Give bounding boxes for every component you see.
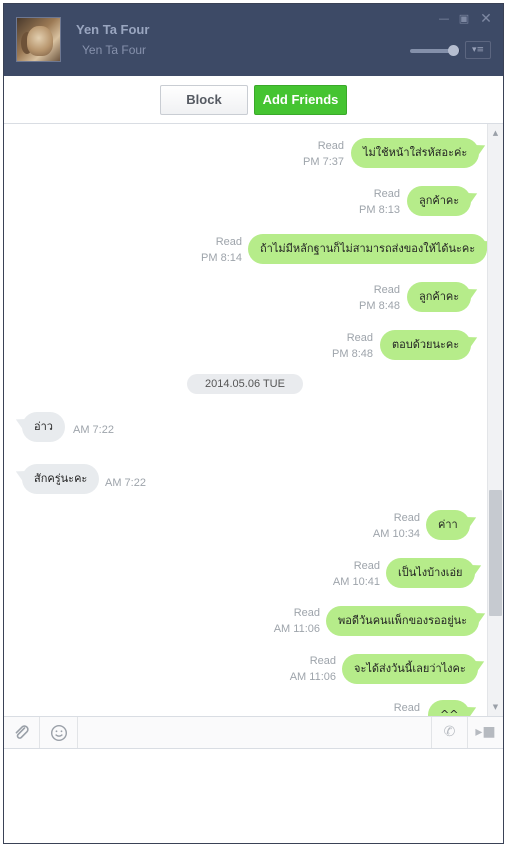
block-button[interactable]: Block: [160, 85, 248, 115]
read-status: Read: [393, 702, 420, 714]
message-bubble-incoming[interactable]: อ่าว: [22, 412, 65, 442]
read-status: Read: [317, 140, 344, 152]
chat-scrollbar[interactable]: ▲ ▼: [487, 124, 503, 716]
chat-header: Yen Ta Four Yen Ta Four — ▣ ✕ ▾≡: [4, 4, 503, 76]
message-time: PM 7:37: [303, 156, 344, 168]
avatar-dog-image: [27, 26, 53, 56]
message-meta: Read PM 8:14: [162, 234, 242, 266]
read-status: Read: [393, 512, 420, 524]
message-time: AM 7:22: [73, 424, 114, 436]
input-toolbar: ✆ ▸■: [4, 716, 503, 749]
message-meta: Read PM 8:13: [320, 186, 400, 218]
message-meta: Read: [340, 700, 420, 716]
message-time: AM 10:41: [332, 576, 380, 588]
message-bubble-outgoing[interactable]: เป็นไงบ้างเอ่ย: [386, 558, 475, 588]
message-list[interactable]: Read PM 7:37 ไม่ใช้หน้าใส่รหัสอะค่ะ Read…: [4, 124, 503, 716]
message-bubble-outgoing[interactable]: พอดีวันคนแพ็กของรออยู่นะ: [326, 606, 480, 636]
volume-knob[interactable]: [447, 45, 459, 56]
message-time: AM 11:06: [289, 671, 336, 683]
message-meta: Read AM 10:34: [340, 510, 420, 542]
contact-status: Yen Ta Four: [82, 43, 147, 57]
message-bubble-outgoing[interactable]: ลูกค้าคะ: [407, 282, 472, 312]
message-time: PM 8:13: [359, 204, 400, 216]
menu-button[interactable]: ▾≡: [465, 41, 491, 59]
date-separator: 2014.05.06 TUE: [187, 374, 303, 394]
message-bubble-outgoing[interactable]: ลูกค้าคะ: [407, 186, 472, 216]
maximize-icon[interactable]: ▣: [457, 12, 471, 26]
read-status: Read: [346, 332, 373, 344]
scroll-up-arrow-icon[interactable]: ▲: [488, 126, 503, 140]
read-status: Read: [373, 188, 400, 200]
scroll-down-arrow-icon[interactable]: ▼: [488, 700, 503, 714]
message-time: PM 8:14: [201, 252, 242, 264]
message-meta: Read AM 11:06: [240, 605, 320, 637]
message-bubble-incoming[interactable]: สักครู่นะคะ: [22, 464, 100, 494]
message-meta: Read PM 8:48: [320, 282, 400, 314]
read-status: Read: [373, 284, 400, 296]
message-time: AM 10:34: [372, 528, 420, 540]
message-time: PM 8:48: [359, 300, 400, 312]
message-meta: Read AM 11:06: [256, 653, 336, 685]
read-status: Read: [215, 236, 242, 248]
read-status: Read: [353, 560, 380, 572]
message-time: AM 11:06: [273, 623, 320, 635]
video-icon[interactable]: ▸■: [467, 717, 503, 748]
message-time: PM 8:48: [332, 348, 373, 360]
volume-slider[interactable]: [410, 45, 460, 56]
message-input[interactable]: [4, 749, 503, 843]
add-friends-button[interactable]: Add Friends: [254, 85, 347, 115]
smiley-icon[interactable]: [40, 717, 78, 748]
message-bubble-outgoing[interactable]: ไม่ใช้หน้าใส่รหัสอะค่ะ: [351, 138, 480, 168]
volume-fill: [410, 49, 453, 53]
phone-icon[interactable]: ✆: [431, 717, 467, 748]
action-bar: Block Add Friends: [4, 76, 503, 124]
message-time: AM 7:22: [105, 477, 146, 489]
contact-name: Yen Ta Four: [76, 22, 150, 37]
message-meta: Read PM 8:48: [293, 330, 373, 362]
message-bubble-outgoing[interactable]: ตอบด้วยนะคะ: [380, 330, 472, 360]
minimize-icon[interactable]: —: [437, 12, 451, 26]
close-icon[interactable]: ✕: [479, 12, 493, 26]
avatar[interactable]: [16, 17, 61, 62]
read-status: Read: [293, 607, 320, 619]
message-bubble-outgoing[interactable]: ค่าา: [426, 510, 470, 540]
message-bubble-outgoing[interactable]: ^^: [428, 700, 471, 716]
scroll-thumb[interactable]: [489, 490, 502, 616]
paperclip-icon[interactable]: [4, 717, 40, 748]
message-bubble-outgoing[interactable]: จะได้ส่งวันนี้เลยว่าไงคะ: [342, 654, 478, 684]
message-meta: Read AM 10:41: [300, 558, 380, 590]
chat-window: Yen Ta Four Yen Ta Four — ▣ ✕ ▾≡ Block A…: [3, 3, 504, 844]
message-meta: Read PM 7:37: [264, 138, 344, 170]
message-bubble-outgoing[interactable]: ถ้าไม่มีหลักฐานก็ไม่สามารถส่งของให้ได้นะ…: [248, 234, 488, 264]
read-status: Read: [309, 655, 336, 667]
